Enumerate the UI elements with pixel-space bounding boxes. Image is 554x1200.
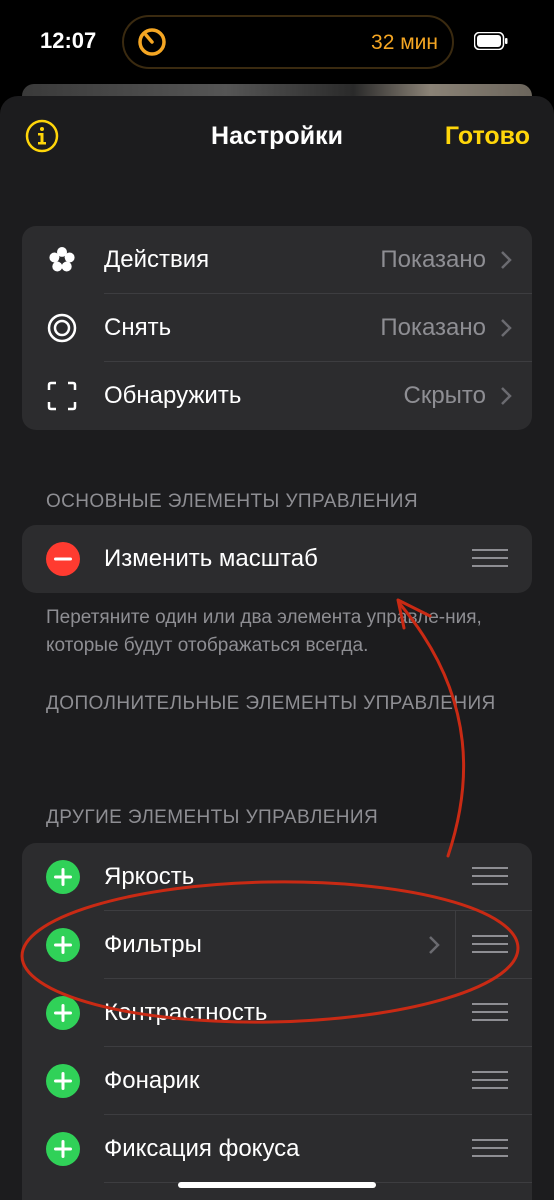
control-label: Изменить масштаб	[104, 545, 318, 572]
scan-frame-icon	[47, 381, 77, 411]
control-row-focus-lock[interactable]: Фиксация фокуса	[22, 1115, 532, 1183]
plus-icon	[54, 1140, 72, 1158]
add-button[interactable]	[46, 1132, 80, 1166]
mode-row-detect[interactable]: Обнаружить Скрыто	[22, 362, 532, 430]
done-button[interactable]: Готово	[445, 122, 530, 151]
control-label: Фильтры	[104, 931, 202, 958]
settings-sheet: Настройки Готово Действия Показано Снять…	[0, 96, 554, 1200]
flower-icon	[49, 247, 75, 272]
drag-handle-icon[interactable]	[472, 935, 508, 955]
plus-icon	[54, 868, 72, 886]
mode-label: Действия	[104, 246, 210, 273]
mode-row-capture[interactable]: Снять Показано	[22, 294, 532, 362]
other-controls-group: Яркость Фильтры Контрастность Фонарик Фи…	[22, 843, 532, 1200]
home-indicator[interactable]	[178, 1182, 376, 1188]
control-row-zoom[interactable]: Изменить масштаб	[22, 525, 532, 593]
drag-handle-icon[interactable]	[472, 867, 508, 887]
control-label: Фиксация фокуса	[104, 1135, 300, 1162]
control-label: Яркость	[104, 863, 195, 890]
mode-label: Обнаружить	[104, 382, 242, 409]
add-button[interactable]	[46, 860, 80, 894]
status-time: 12:07	[40, 28, 97, 53]
plus-icon	[54, 1072, 72, 1090]
control-row-brightness[interactable]: Яркость	[22, 843, 532, 911]
drag-handle-icon[interactable]	[472, 1071, 508, 1091]
battery-icon	[474, 32, 508, 50]
dynamic-island[interactable]: 32 мин	[122, 15, 454, 69]
drag-handle-icon[interactable]	[472, 1139, 508, 1159]
drag-handle-icon[interactable]	[472, 549, 508, 569]
chevron-right-icon	[501, 251, 512, 269]
chevron-right-icon	[501, 387, 512, 405]
mode-row-actions[interactable]: Действия Показано	[22, 226, 532, 294]
timer-icon	[138, 28, 166, 56]
mode-value: Скрыто	[403, 382, 487, 409]
plus-icon	[54, 1004, 72, 1022]
control-row-flashlight[interactable]: Фонарик	[22, 1047, 532, 1115]
sheet-nav-bar: Настройки Готово	[0, 96, 554, 176]
control-label: Фонарик	[104, 1067, 200, 1094]
modes-group: Действия Показано Снять Показано Обнаруж…	[22, 226, 532, 430]
plus-icon	[54, 936, 72, 954]
mode-label: Снять	[104, 314, 172, 341]
capture-icon	[47, 313, 77, 343]
section-header-other: ДРУГИЕ ЭЛЕМЕНТЫ УПРАВЛЕНИЯ	[46, 807, 379, 828]
chevron-right-icon[interactable]	[428, 935, 440, 955]
remove-button[interactable]	[46, 542, 80, 576]
add-button[interactable]	[46, 996, 80, 1030]
section-header-secondary: ДОПОЛНИТЕЛЬНЫЕ ЭЛЕМЕНТЫ УПРАВЛЕНИЯ	[46, 693, 496, 714]
control-row-contrast[interactable]: Контрастность	[22, 979, 532, 1047]
minus-icon	[54, 557, 72, 561]
section-header-primary: ОСНОВНЫЕ ЭЛЕМЕНТЫ УПРАВЛЕНИЯ	[46, 491, 418, 512]
primary-footer-note: Перетяните один или два элемента управле…	[46, 607, 482, 656]
control-label: Контрастность	[104, 999, 268, 1026]
primary-controls-group: Изменить масштаб	[22, 525, 532, 593]
add-button[interactable]	[46, 928, 80, 962]
chevron-right-icon	[501, 319, 512, 337]
control-row-filters[interactable]: Фильтры	[22, 911, 532, 979]
timer-remaining: 32 мин	[371, 31, 438, 54]
mode-value: Показано	[380, 314, 486, 341]
mode-value: Показано	[380, 246, 486, 273]
drag-handle-icon[interactable]	[472, 1003, 508, 1023]
add-button[interactable]	[46, 1064, 80, 1098]
status-bar: 12:07 32 мин	[0, 0, 554, 84]
